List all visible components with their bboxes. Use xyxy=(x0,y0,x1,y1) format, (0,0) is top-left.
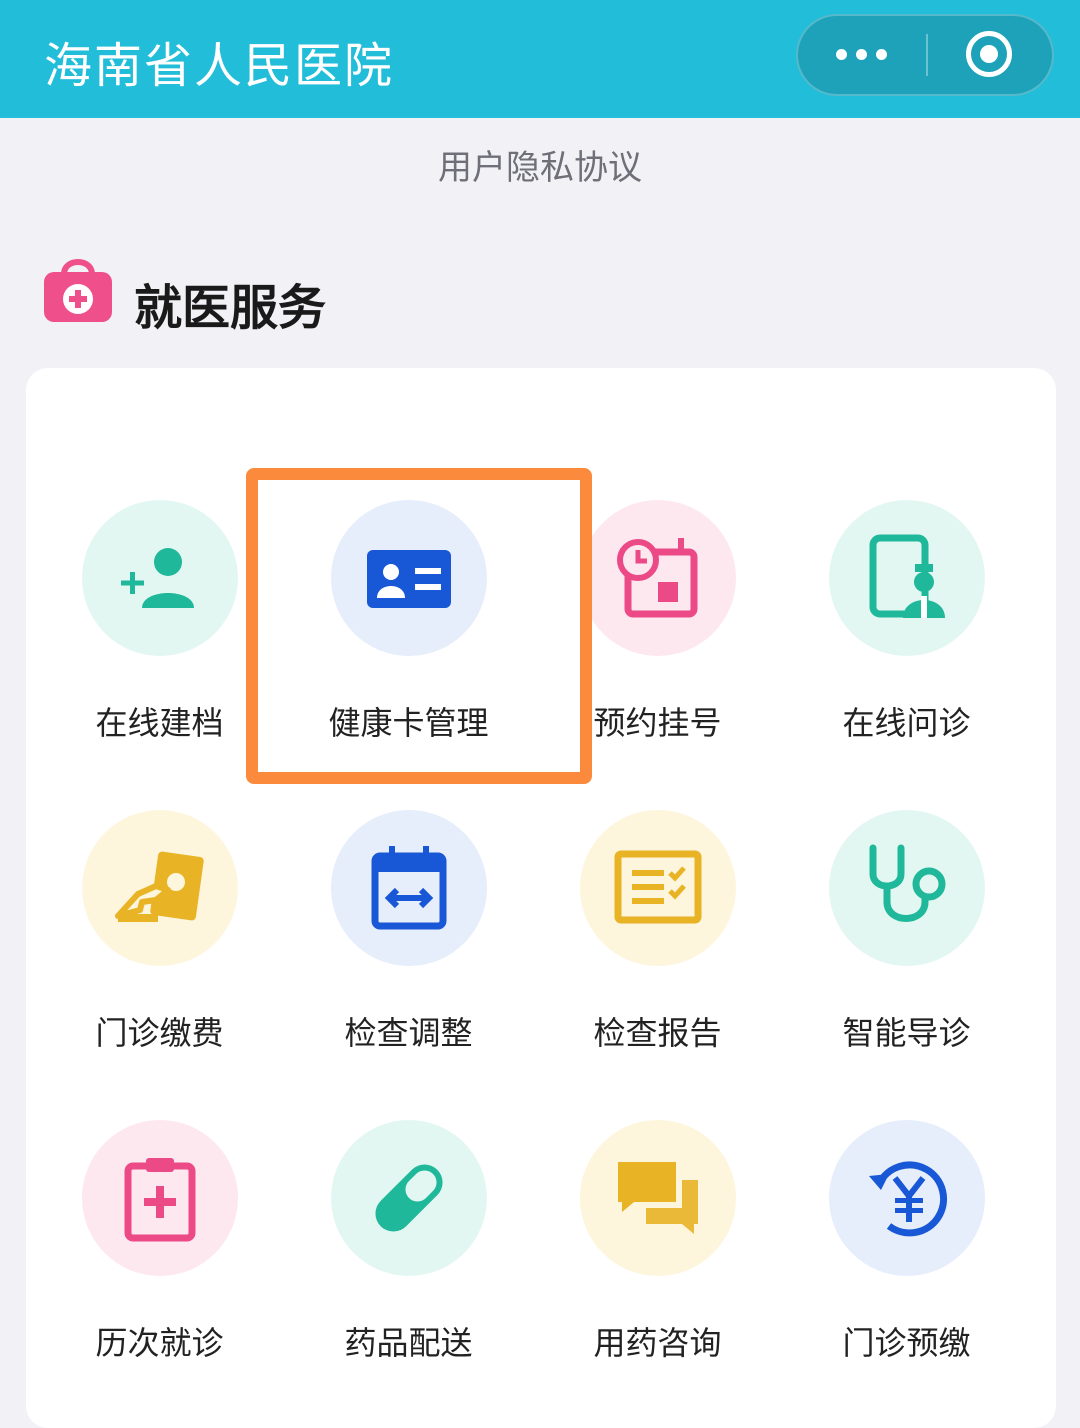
service-label: 预约挂号 xyxy=(593,704,722,742)
stethoscope-icon xyxy=(869,844,946,922)
icon-circle xyxy=(82,810,238,966)
report-checklist-icon xyxy=(614,850,702,924)
icon-circle xyxy=(82,1120,238,1276)
section-title: 就医服务 xyxy=(134,280,327,336)
medical-bag-icon xyxy=(44,259,112,322)
service-appointment[interactable]: 预约挂号 xyxy=(533,500,782,760)
service-label: 门诊缴费 xyxy=(95,1014,224,1052)
icon-circle xyxy=(829,810,985,966)
more-dots-icon[interactable] xyxy=(798,16,928,94)
service-label: 智能导诊 xyxy=(842,1014,971,1052)
icon-circle xyxy=(580,500,736,656)
tablet-doctor-icon xyxy=(869,534,945,618)
service-drug-delivery[interactable]: 药品配送 xyxy=(284,1120,533,1380)
service-label: 在线建档 xyxy=(95,704,224,742)
privacy-agreement-link[interactable]: 用户隐私协议 xyxy=(0,140,1080,189)
service-online-consultation[interactable]: 在线问诊 xyxy=(782,500,1031,760)
service-visit-history[interactable]: 历次就诊 xyxy=(35,1120,284,1380)
service-outpatient-payment[interactable]: 门诊缴费 xyxy=(35,810,284,1070)
id-card-icon xyxy=(367,550,451,608)
calendar-swap-icon xyxy=(371,846,447,930)
service-smart-guidance[interactable]: 智能导诊 xyxy=(782,810,1031,1070)
icon-circle xyxy=(82,500,238,656)
icon-circle xyxy=(580,810,736,966)
app-header: 海南省人民医院 xyxy=(0,0,1080,118)
service-label: 历次就诊 xyxy=(95,1324,224,1362)
hand-payment-icon xyxy=(115,851,204,922)
icon-circle xyxy=(331,500,487,656)
clipboard-medical-icon xyxy=(124,1158,196,1242)
chat-bubbles-icon xyxy=(618,1162,698,1234)
service-label: 检查调整 xyxy=(344,1014,473,1052)
icon-circle xyxy=(829,500,985,656)
service-label: 门诊预缴 xyxy=(842,1324,971,1362)
service-label: 药品配送 xyxy=(344,1324,473,1362)
service-outpatient-prepay[interactable]: 门诊预缴 xyxy=(782,1120,1031,1380)
service-exam-adjustment[interactable]: 检查调整 xyxy=(284,810,533,1070)
service-health-card[interactable]: 健康卡管理 xyxy=(284,500,533,760)
service-label: 检查报告 xyxy=(593,1014,722,1052)
add-user-icon xyxy=(121,548,194,608)
icon-circle xyxy=(331,810,487,966)
mini-program-capsule xyxy=(796,14,1054,96)
target-close-icon[interactable] xyxy=(928,16,1052,94)
icon-circle xyxy=(829,1120,985,1276)
service-label: 在线问诊 xyxy=(842,704,971,742)
service-label: 健康卡管理 xyxy=(328,704,489,742)
icon-circle xyxy=(580,1120,736,1276)
yuan-refresh-icon xyxy=(869,1161,948,1237)
icon-circle xyxy=(331,1120,487,1276)
service-medication-consult[interactable]: 用药咨询 xyxy=(533,1120,782,1380)
clock-calendar-icon xyxy=(617,538,698,618)
app-title: 海南省人民医院 xyxy=(44,38,395,94)
service-exam-report[interactable]: 检查报告 xyxy=(533,810,782,1070)
service-label: 用药咨询 xyxy=(593,1324,722,1362)
pill-capsule-icon xyxy=(375,1164,443,1232)
service-online-registration[interactable]: 在线建档 xyxy=(35,500,284,760)
